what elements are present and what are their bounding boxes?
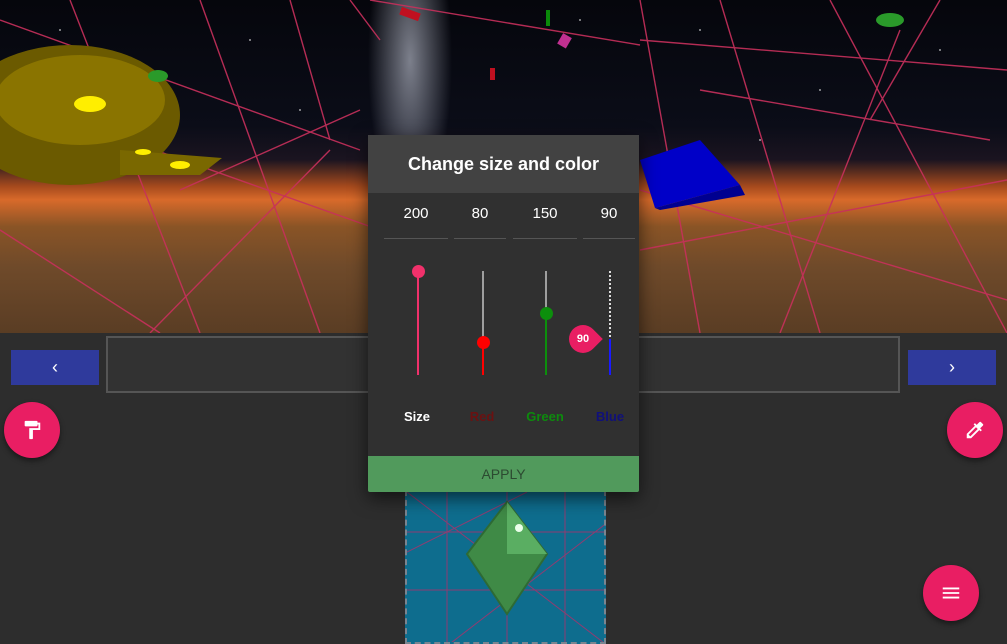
preview-graphics <box>407 492 604 642</box>
apply-button[interactable]: APPLY <box>368 456 639 492</box>
color-picker-button[interactable] <box>947 402 1003 458</box>
red-label: Red <box>469 409 495 424</box>
slider-track-rest[interactable] <box>482 271 484 343</box>
menu-button[interactable] <box>923 565 979 621</box>
slider-track-fill[interactable] <box>417 271 419 375</box>
slider-thumb[interactable] <box>539 307 553 321</box>
green-value: 150 <box>532 205 558 222</box>
dialog-title: Change size and color <box>368 135 639 193</box>
slider-thumb[interactable] <box>476 336 490 350</box>
chevron-left-icon: ‹ <box>52 357 58 377</box>
green-label: Green <box>526 409 564 424</box>
size-value: 200 <box>403 205 429 222</box>
paint-roller-icon <box>24 420 41 440</box>
slider-value-bubble-label: 90 <box>576 332 590 345</box>
preview-tile <box>405 490 606 644</box>
eyedropper-icon <box>966 421 984 439</box>
previous-button[interactable]: ‹ <box>11 350 99 385</box>
chevron-right-icon: › <box>949 357 955 377</box>
size-color-dialog: Change size and color 200 80 150 90 90 S… <box>368 135 639 492</box>
menu-icon <box>942 587 960 599</box>
blue-label: Blue <box>595 409 625 424</box>
size-value-underline <box>384 238 448 239</box>
blue-value: 90 <box>600 205 618 222</box>
size-label: Size <box>403 409 430 424</box>
blue-value-underline <box>583 238 635 239</box>
blue-cube-model <box>640 140 745 210</box>
slider-thumb[interactable] <box>411 264 425 278</box>
red-value: 80 <box>471 205 489 222</box>
green-value-underline <box>513 238 577 239</box>
paint-button[interactable] <box>4 402 60 458</box>
next-button[interactable]: › <box>908 350 996 385</box>
red-value-underline <box>454 238 506 239</box>
slider-track-fill[interactable] <box>545 313 547 375</box>
spaceship-model <box>0 45 222 185</box>
slider-track-fill[interactable] <box>609 338 611 375</box>
slider-track-rest[interactable] <box>609 271 611 339</box>
